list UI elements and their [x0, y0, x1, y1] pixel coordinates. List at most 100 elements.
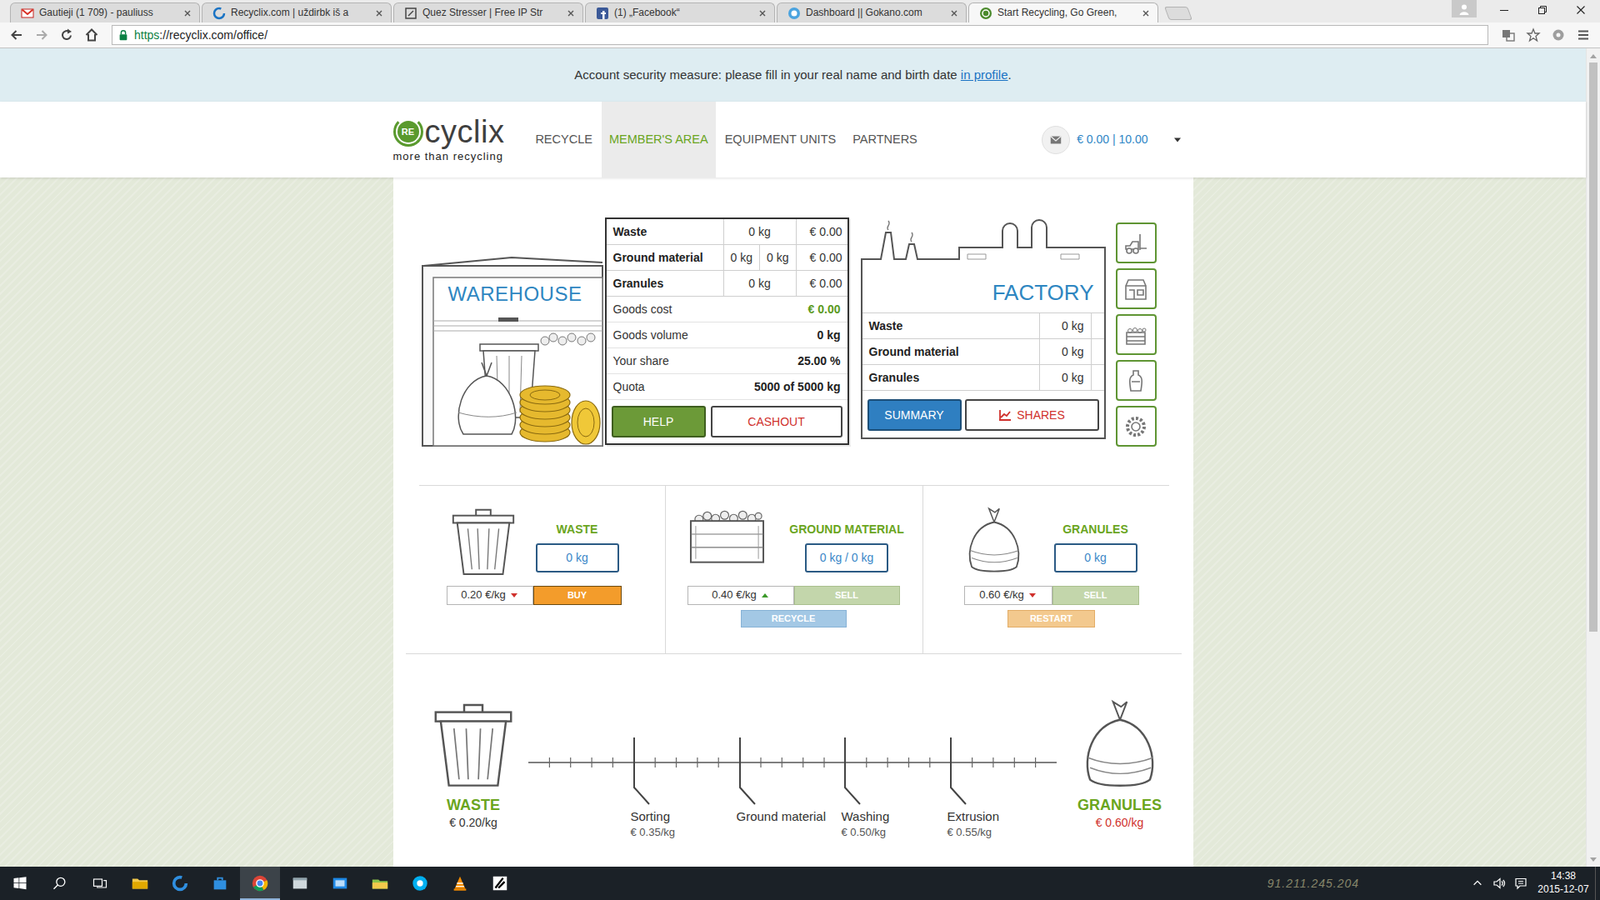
nav-item[interactable]: EQUIPMENT UNITS [717, 101, 844, 178]
shares-button[interactable]: SHARES [965, 399, 1100, 431]
windows-logo-button[interactable] [0, 866, 40, 900]
gear-button[interactable] [1115, 405, 1157, 447]
summary-value: 5000 of 5000 kg [754, 379, 841, 395]
scroll-down-button[interactable] [1586, 852, 1600, 867]
button-label: SELL [1083, 590, 1107, 600]
hidden-icons-button[interactable] [1466, 866, 1489, 900]
new-tab-button[interactable] [1164, 6, 1193, 20]
nav-item[interactable]: MEMBER'S AREA [601, 101, 716, 178]
address-bar[interactable]: https://recyclix.com/office/ [111, 25, 1489, 45]
translate-button[interactable] [1496, 24, 1520, 46]
back-arrow-button[interactable] [5, 24, 29, 46]
notice-end: . [1008, 67, 1012, 82]
browser-tab[interactable]: Gautieji (1 709) - pauliuss [10, 2, 200, 23]
taskbar-app[interactable] [280, 866, 320, 900]
cashout-button[interactable]: CASHOUT [710, 405, 843, 438]
gear-icon [1122, 413, 1150, 440]
nav-label: EQUIPMENT UNITS [725, 131, 836, 148]
close-tab-icon[interactable] [1140, 8, 1151, 19]
bottle-icon [1122, 367, 1150, 395]
summary-row: Goods volume0 kg [606, 322, 848, 349]
forward-arrow-button[interactable] [30, 24, 54, 46]
messages-button[interactable] [1041, 125, 1070, 155]
market-grid: GRANULES0 kg0.60 €/kgSELLRESTART [964, 504, 1182, 628]
browser-tab[interactable]: Start Recycling, Go Green, [968, 2, 1159, 23]
button-label: HELP [643, 414, 675, 430]
nav-item[interactable]: RECYCLE [527, 101, 600, 178]
volume-button[interactable] [1488, 866, 1510, 900]
market-grid: GROUND MATERIAL0 kg / 0 kg0.40 €/kgSELLR… [687, 504, 923, 628]
factory-row: Ground material0 kg [862, 338, 1105, 365]
tab-title: Gautieji (1 709) - pauliuss [39, 6, 178, 20]
scrollbar[interactable] [1585, 48, 1600, 867]
market-action: BUY [533, 585, 622, 605]
clock-time: 14:38 [1550, 870, 1576, 884]
building-button[interactable] [1115, 268, 1157, 310]
building-icon [1122, 275, 1150, 303]
scroll-thumb[interactable] [1589, 62, 1598, 632]
show-desktop-button[interactable] [1595, 866, 1600, 900]
price-select[interactable]: 0.20 €/kg [446, 585, 534, 605]
granule-bag-icon [1080, 695, 1160, 792]
taskbar-app[interactable] [440, 866, 480, 900]
profile-link[interactable]: in profile [960, 67, 1009, 82]
close-tab-icon[interactable] [565, 8, 576, 19]
price-select[interactable]: 0.40 €/kg [687, 585, 795, 605]
clock[interactable]: 14:382015-12-07 [1531, 866, 1595, 900]
taskbar-app[interactable] [200, 866, 240, 900]
forklift-button[interactable] [1115, 222, 1157, 264]
buy-button[interactable]: BUY [533, 585, 622, 605]
summary-value: 25.00 % [797, 353, 840, 369]
taskbar-app[interactable] [240, 866, 280, 900]
price-select[interactable]: 0.60 €/kg [964, 585, 1053, 605]
close-tab-icon[interactable] [757, 8, 768, 19]
market-info: GRANULES0 kg [1052, 504, 1140, 580]
close-tab-icon[interactable] [182, 8, 193, 19]
close-tab-icon[interactable] [374, 8, 385, 19]
minimize-button[interactable] [1485, 0, 1524, 20]
close-button[interactable] [1561, 0, 1600, 20]
reload-button[interactable] [55, 24, 79, 46]
star-button[interactable] [1521, 24, 1545, 46]
nav-item[interactable]: PARTNERS [845, 101, 925, 178]
scroll-up-button[interactable] [1586, 48, 1600, 63]
goods-price: € 0.00 [795, 219, 848, 245]
scroll-track[interactable] [1586, 62, 1600, 853]
taskbar-app[interactable] [320, 866, 360, 900]
close-icon [1576, 5, 1585, 15]
market-title: GRANULES [1062, 522, 1129, 537]
browser-tab[interactable]: Recyclix.com | uždirbk iš a [201, 2, 392, 23]
speaker-icon [1492, 876, 1506, 890]
browser-tab[interactable]: Dashboard || Gokano.com [776, 2, 967, 23]
taskbar-app[interactable] [400, 866, 440, 900]
dropdown-caret-icon[interactable] [1173, 136, 1182, 144]
recycle-button: RECYCLE [740, 610, 847, 628]
search-button[interactable] [40, 866, 80, 900]
taskbar-app[interactable] [120, 866, 160, 900]
home-button[interactable] [80, 24, 104, 46]
market-icon-box [446, 504, 534, 580]
taskbar-app[interactable] [480, 866, 520, 900]
button-label: SELL [835, 590, 859, 600]
crate-button[interactable] [1115, 314, 1157, 355]
close-tab-icon[interactable] [949, 8, 960, 19]
balance[interactable]: € 0.00 | 10.00 [1076, 131, 1148, 147]
restore-button[interactable] [1523, 0, 1562, 20]
site-logo[interactable]: REcyclixmore than recycling [393, 101, 529, 178]
taskbar-app[interactable] [160, 866, 200, 900]
summary-button[interactable]: SUMMARY [867, 399, 962, 431]
star-icon [1525, 27, 1541, 43]
menu-button[interactable] [1571, 24, 1595, 46]
step-marker [634, 737, 650, 805]
browser-tab[interactable]: (1) „Facebook“ [585, 2, 775, 23]
summary-row: Your share25.00 % [606, 348, 848, 375]
browser-tab[interactable]: Quez Stresser | Free IP Str [393, 2, 584, 23]
taskbar-app[interactable] [360, 866, 400, 900]
price-value: 0.20 €/kg [460, 588, 506, 603]
profile-button[interactable] [1451, 0, 1477, 18]
help-button[interactable]: HELP [611, 405, 706, 438]
extension-button[interactable] [1546, 24, 1570, 46]
bottle-button[interactable] [1115, 360, 1157, 401]
task-view-button[interactable] [80, 866, 120, 900]
notifications-button[interactable] [1510, 866, 1532, 900]
